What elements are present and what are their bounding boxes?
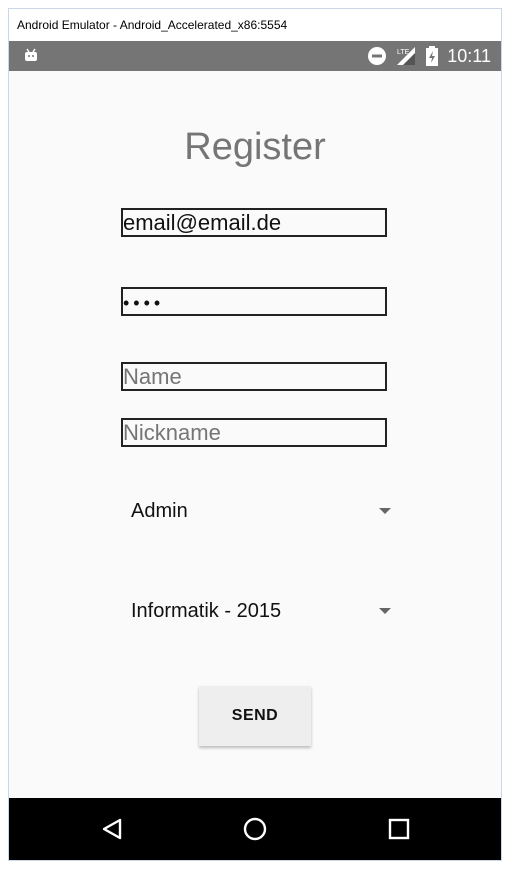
email-field[interactable]: email@email.de [121, 208, 387, 237]
home-icon [243, 817, 267, 841]
course-selected: Informatik - 2015 [131, 599, 282, 622]
back-icon [102, 818, 122, 840]
name-field[interactable] [121, 362, 387, 391]
nickname-input[interactable] [123, 420, 385, 446]
register-screen: Register email@email.de •••• Admin Infor… [9, 71, 501, 800]
do-not-disturb-icon [368, 47, 387, 65]
role-selected: Admin [131, 499, 188, 522]
android-icon [25, 48, 37, 61]
navigation-bar [9, 798, 501, 860]
home-button[interactable] [240, 814, 270, 844]
dropdown-caret-icon [379, 508, 391, 514]
role-spinner[interactable]: Admin [121, 491, 391, 531]
nickname-field[interactable] [121, 418, 387, 447]
recents-icon [388, 818, 410, 840]
back-button[interactable] [97, 814, 127, 844]
status-time: 10:11 [447, 45, 491, 66]
window-titlebar: Android Emulator - Android_Accelerated_x… [9, 9, 501, 41]
send-button[interactable]: SEND [199, 686, 311, 746]
page-title: Register [184, 126, 326, 168]
window-title: Android Emulator - Android_Accelerated_x… [17, 18, 288, 32]
battery-charging-icon [426, 46, 439, 66]
password-field[interactable]: •••• [121, 287, 387, 316]
lte-signal-icon: LTE [397, 47, 416, 65]
status-bar: LTE 10:11 [9, 41, 501, 71]
dropdown-caret-icon [379, 608, 391, 614]
lte-label: LTE [397, 49, 410, 56]
emulator-window: Android Emulator - Android_Accelerated_x… [8, 8, 502, 861]
password-value: •••• [123, 293, 165, 313]
recents-button[interactable] [384, 814, 414, 844]
name-input[interactable] [123, 364, 385, 390]
email-value: email@email.de [123, 210, 282, 235]
course-spinner[interactable]: Informatik - 2015 [121, 591, 391, 631]
